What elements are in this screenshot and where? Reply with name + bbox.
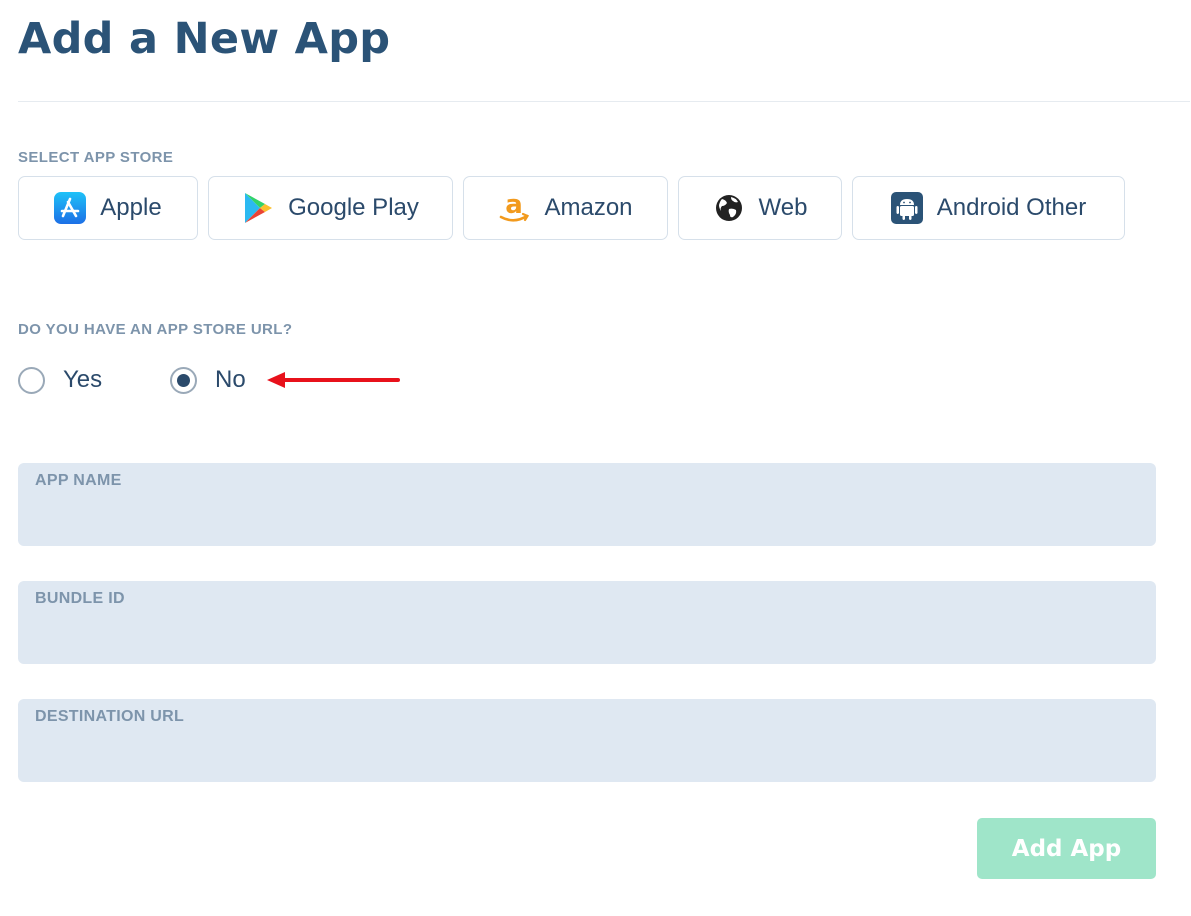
- store-button-apple[interactable]: Apple: [18, 176, 198, 240]
- android-icon: [890, 192, 923, 224]
- radio-label-no: No: [215, 366, 246, 393]
- store-button-google-play[interactable]: Google Play: [208, 176, 453, 240]
- add-app-button[interactable]: Add App: [977, 818, 1156, 879]
- app-name-label: APP NAME: [35, 472, 122, 489]
- app-store-url-radio-group: Yes No: [18, 366, 246, 394]
- store-label-amazon: Amazon: [544, 194, 633, 221]
- svg-text:a: a: [506, 191, 524, 220]
- store-label-google-play: Google Play: [288, 194, 419, 221]
- destination-url-input[interactable]: [35, 736, 1139, 772]
- app-name-input[interactable]: [35, 500, 1139, 536]
- select-app-store-label: SELECT APP STORE: [18, 149, 174, 166]
- radio-option-no[interactable]: No: [170, 366, 246, 394]
- radio-selected-dot: [177, 373, 190, 387]
- app-name-field[interactable]: APP NAME: [18, 463, 1156, 546]
- annotation-arrow-icon: [267, 372, 400, 388]
- amazon-icon: a: [498, 191, 530, 224]
- radio-label-yes: Yes: [63, 366, 103, 393]
- store-button-amazon[interactable]: a Amazon: [463, 176, 668, 240]
- store-label-android-other: Android Other: [936, 194, 1087, 221]
- app-store-url-question: DO YOU HAVE AN APP STORE URL?: [18, 321, 293, 338]
- store-label-web: Web: [758, 194, 808, 221]
- apple-app-store-icon: [54, 192, 87, 224]
- store-button-android-other[interactable]: Android Other: [852, 176, 1125, 240]
- radio-option-yes[interactable]: Yes: [18, 366, 170, 394]
- destination-url-label: DESTINATION URL: [35, 708, 185, 725]
- app-store-selector: Apple Google Play a Amazon Web Android O…: [18, 176, 1125, 240]
- store-button-web[interactable]: Web: [678, 176, 842, 240]
- radio-no[interactable]: [170, 366, 197, 394]
- google-play-icon: [242, 192, 274, 224]
- bundle-id-input[interactable]: [35, 618, 1139, 654]
- bundle-id-label: BUNDLE ID: [35, 590, 125, 607]
- header-divider: [18, 101, 1190, 102]
- store-label-apple: Apple: [100, 194, 162, 221]
- destination-url-field[interactable]: DESTINATION URL: [18, 699, 1156, 782]
- bundle-id-field[interactable]: BUNDLE ID: [18, 581, 1156, 664]
- radio-yes[interactable]: [18, 366, 45, 394]
- globe-icon: [713, 192, 745, 224]
- page-title: Add a New App: [18, 14, 391, 64]
